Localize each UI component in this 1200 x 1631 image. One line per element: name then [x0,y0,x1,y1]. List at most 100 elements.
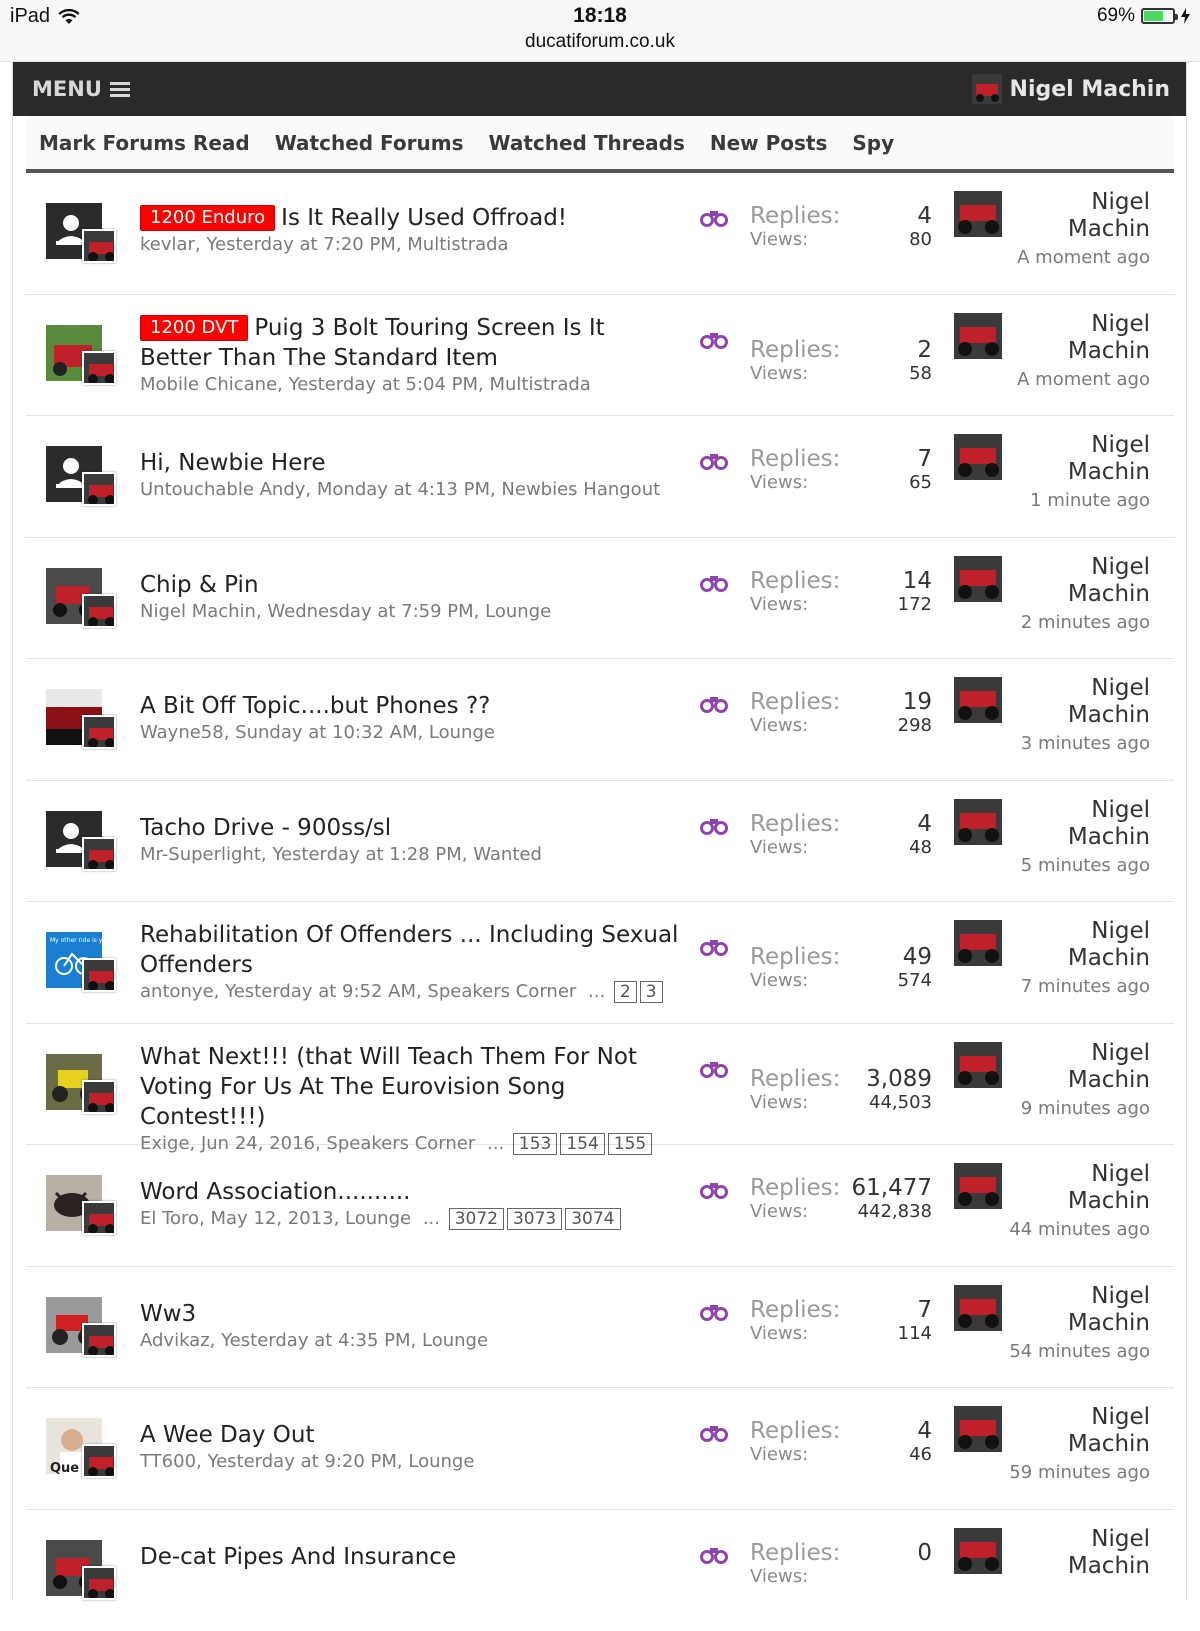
menu-label: MENU [32,77,102,101]
watch-thread-icon[interactable] [700,1060,728,1078]
thread-title-link[interactable]: 1200 EnduroIs It Really Used Offroad! [140,203,680,233]
watched-forums-link[interactable]: Watched Forums [275,131,464,155]
thread-title-link[interactable]: Word Association.......... [140,1177,680,1207]
last-poster-name[interactable]: NigelMachin [1068,1283,1150,1337]
last-poster-name[interactable]: NigelMachin [1068,1526,1150,1580]
battery-icon [1141,8,1175,24]
menu-button[interactable]: MENU [32,77,130,101]
watch-thread-icon[interactable] [700,574,728,592]
thread-row[interactable]: Chip & PinNigel Machin, Wednesday at 7:5… [26,538,1174,660]
thread-title-link[interactable]: Chip & Pin [140,570,680,600]
thread-row[interactable]: 1200 EnduroIs It Really Used Offroad!kev… [26,173,1174,295]
thread-title: A Wee Day Out [140,1422,314,1448]
watched-threads-link[interactable]: Watched Threads [488,131,684,155]
last-poster-name[interactable]: NigelMachin [1068,797,1150,851]
views-count: 298 [898,715,932,736]
last-poster-avatar[interactable] [954,1285,1002,1331]
last-poster-last: Machin [1068,702,1150,728]
thread-title-link[interactable]: De-cat Pipes And Insurance [140,1542,680,1572]
thread-title-link[interactable]: 1200 DVTPuig 3 Bolt Touring Screen Is It… [140,313,680,373]
thread-title: Tacho Drive - 900ss/sl [140,815,391,841]
watch-thread-icon[interactable] [700,331,728,349]
thread-prefix-badge[interactable]: 1200 DVT [140,315,248,341]
last-post-info: NigelMachin A moment ago [954,191,1160,291]
thread-row[interactable]: Ww3Advikaz, Yesterday at 4:35 PM, Lounge… [26,1267,1174,1389]
replies-count: 61,477 [852,1175,932,1201]
last-poster-avatar[interactable] [954,434,1002,480]
watch-thread-icon[interactable] [700,209,728,227]
user-avatar [972,74,1002,104]
last-poster-avatar[interactable] [954,1042,1002,1088]
last-poster-name[interactable]: NigelMachin [1068,1161,1150,1215]
last-poster-avatar[interactable] [954,799,1002,845]
thread-prefix-badge[interactable]: 1200 Enduro [140,205,275,231]
thread-row[interactable]: What Next!!! (that Will Teach Them For N… [26,1024,1174,1146]
last-poster-name[interactable]: NigelMachin [1068,554,1150,608]
thread-row[interactable]: A Bit Off Topic....but Phones ??Wayne58,… [26,659,1174,781]
page-link[interactable]: 3072 [449,1208,504,1230]
thread-stats: Replies:19Views:298 [750,689,932,736]
last-poster-avatar[interactable] [954,1163,1002,1209]
last-post-time[interactable]: 59 minutes ago [1009,1462,1150,1483]
watch-thread-icon[interactable] [700,452,728,470]
watch-thread-icon[interactable] [700,817,728,835]
last-poster-name[interactable]: NigelMachin [1068,1404,1150,1458]
user-menu[interactable]: Nigel Machin [972,74,1170,104]
thread-row[interactable]: 1200 DVTPuig 3 Bolt Touring Screen Is It… [26,295,1174,417]
watch-thread-icon[interactable] [700,695,728,713]
last-post-time[interactable]: 5 minutes ago [1021,855,1150,876]
thread-row[interactable]: Tacho Drive - 900ss/slMr-Superlight, Yes… [26,781,1174,903]
thread-row[interactable]: Word Association..........El Toro, May 1… [26,1145,1174,1267]
url-bar[interactable]: ducatiforum.co.uk [0,31,1200,53]
last-poster-avatar[interactable] [954,313,1002,359]
last-post-time[interactable]: 1 minute ago [1030,490,1150,511]
thread-title-link[interactable]: A Wee Day Out [140,1420,680,1450]
thread-title-link[interactable]: Hi, Newbie Here [140,448,680,478]
watch-thread-icon[interactable] [700,1303,728,1321]
thread-title-link[interactable]: A Bit Off Topic....but Phones ?? [140,691,680,721]
page-link[interactable]: 3073 [507,1208,562,1230]
last-post-time[interactable]: 54 minutes ago [1009,1341,1150,1362]
last-poster-avatar[interactable] [954,920,1002,966]
last-post-time[interactable]: 3 minutes ago [1021,733,1150,754]
last-poster-avatar[interactable] [954,191,1002,237]
last-poster-name[interactable]: NigelMachin [1068,918,1150,972]
thread-row[interactable]: My other ride is your mRehabilitation Of… [26,902,1174,1024]
thread-row[interactable]: Hi, Newbie HereUntouchable Andy, Monday … [26,416,1174,538]
last-poster-name[interactable]: NigelMachin [1068,1040,1150,1094]
last-poster-avatar[interactable] [954,556,1002,602]
watch-thread-icon[interactable] [700,938,728,956]
watch-thread-icon[interactable] [700,1424,728,1442]
thread-title-link[interactable]: Ww3 [140,1299,680,1329]
last-poster-name[interactable]: NigelMachin [1068,432,1150,486]
last-poster-name[interactable]: NigelMachin [1068,189,1150,243]
last-poster-avatar[interactable] [954,1528,1002,1574]
new-posts-link[interactable]: New Posts [710,131,828,155]
thread-row[interactable]: De-cat Pipes And InsuranceReplies:0Views… [26,1510,1174,1631]
thread-title-link[interactable]: What Next!!! (that Will Teach Them For N… [140,1042,680,1132]
watch-thread-icon[interactable] [700,1546,728,1564]
page-link[interactable]: 2 [614,981,637,1003]
last-poster-name[interactable]: NigelMachin [1068,675,1150,729]
thread-title-link[interactable]: Tacho Drive - 900ss/sl [140,813,680,843]
last-post-time[interactable]: 44 minutes ago [1009,1219,1150,1240]
watch-thread-icon[interactable] [700,1181,728,1199]
last-post-time[interactable]: A moment ago [1017,369,1150,390]
mark-forums-read-link[interactable]: Mark Forums Read [39,131,250,155]
last-post-time[interactable]: 7 minutes ago [1021,976,1150,997]
thread-title: Is It Really Used Offroad! [281,205,567,231]
last-poster-avatar[interactable] [954,1406,1002,1452]
thread-title: Ww3 [140,1301,196,1327]
page-link[interactable]: 3074 [565,1208,620,1230]
last-poster-avatar[interactable] [954,677,1002,723]
thread-row[interactable]: QueA Wee Day OutTT600, Yesterday at 9:20… [26,1388,1174,1510]
spy-link[interactable]: Spy [852,131,894,155]
thread-title-link[interactable]: Rehabilitation Of Offenders ... Includin… [140,920,680,980]
last-post-time[interactable]: 2 minutes ago [1021,612,1150,633]
last-poster-name[interactable]: NigelMachin [1068,311,1150,365]
replies-label: Replies: [750,1418,840,1444]
last-post-time[interactable]: 9 minutes ago [1021,1098,1150,1119]
last-poster-mini-avatar [82,958,116,992]
last-post-time[interactable]: A moment ago [1017,247,1150,268]
page-link[interactable]: 3 [640,981,663,1003]
